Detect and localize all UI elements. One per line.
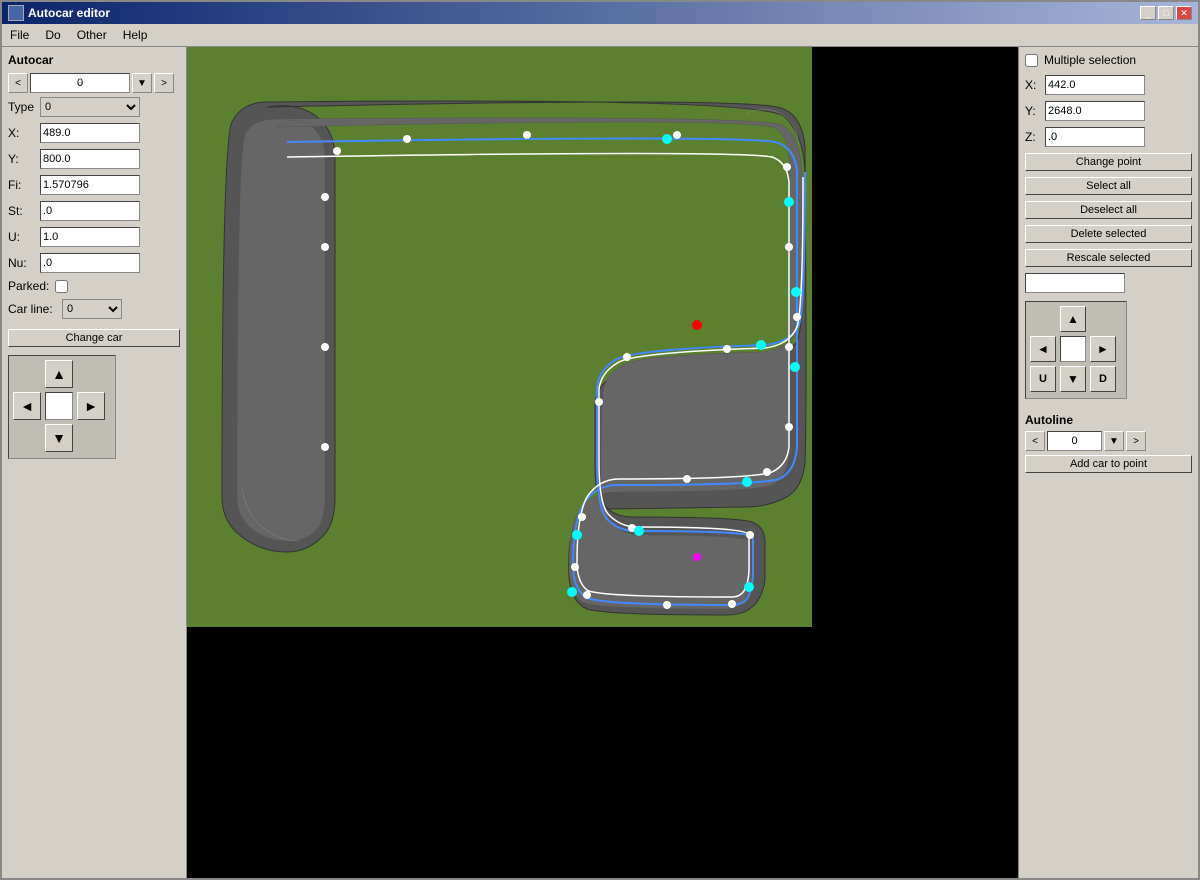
right-dir-up-button[interactable]: ▲ — [1060, 306, 1086, 332]
nu-input[interactable] — [40, 253, 140, 273]
add-car-to-point-button[interactable]: Add car to point — [1025, 455, 1192, 473]
right-panel: Multiple selection X: Y: Z: Change point… — [1018, 47, 1198, 878]
autoline-section: Autoline < ▼ > Add car to point — [1025, 413, 1192, 473]
right-dir-empty-tl — [1030, 306, 1058, 334]
direction-pad: ▲ ◄ ► ▼ — [8, 355, 116, 459]
title-bar-text: Autocar editor — [8, 5, 110, 21]
right-z-input[interactable] — [1045, 127, 1145, 147]
center-area — [187, 47, 1018, 878]
car-line-row: Car line: 0 — [8, 299, 180, 319]
main-window: Autocar editor _ □ ✕ File Do Other Help … — [0, 0, 1200, 880]
multiple-selection-row: Multiple selection — [1025, 53, 1192, 67]
u-field-row: U: — [8, 227, 180, 247]
right-dir-down-button[interactable]: ▼ — [1060, 366, 1086, 392]
x-label: X: — [8, 126, 36, 140]
rescale-input[interactable] — [1025, 273, 1125, 293]
close-button[interactable]: ✕ — [1176, 6, 1192, 20]
spinner-prev-button[interactable]: < — [8, 73, 28, 93]
right-dir-empty-tr — [1090, 306, 1118, 334]
right-dir-delete-button[interactable]: D — [1090, 366, 1116, 392]
multiple-selection-checkbox[interactable] — [1025, 54, 1038, 67]
autoline-spinner-input[interactable] — [1047, 431, 1102, 451]
menu-do[interactable]: Do — [37, 26, 68, 44]
parked-row: Parked: — [8, 279, 180, 293]
right-x-input[interactable] — [1045, 75, 1145, 95]
spinner-next-button[interactable]: > — [154, 73, 174, 93]
spinner-dropdown-button[interactable]: ▼ — [132, 73, 152, 93]
parked-label: Parked: — [8, 279, 49, 293]
y-field-row: Y: — [8, 149, 180, 169]
minimize-button[interactable]: _ — [1140, 6, 1156, 20]
right-dir-left-button[interactable]: ◄ — [1030, 336, 1056, 362]
right-dir-center[interactable] — [1060, 336, 1086, 362]
type-label: Type — [8, 100, 36, 114]
autoline-label: Autoline — [1025, 413, 1192, 427]
autoline-prev-button[interactable]: < — [1025, 431, 1045, 451]
right-dir-right-button[interactable]: ► — [1090, 336, 1116, 362]
dir-up-button[interactable]: ▲ — [45, 360, 73, 388]
autoline-dropdown-button[interactable]: ▼ — [1104, 431, 1124, 451]
right-z-label: Z: — [1025, 130, 1041, 144]
right-y-label: Y: — [1025, 104, 1041, 118]
car-line-label: Car line: — [8, 302, 58, 316]
delete-selected-button[interactable]: Delete selected — [1025, 225, 1192, 243]
fi-label: Fi: — [8, 178, 36, 192]
window-title: Autocar editor — [28, 6, 110, 20]
title-bar: Autocar editor _ □ ✕ — [2, 2, 1198, 24]
change-car-button[interactable]: Change car — [8, 329, 180, 347]
menu-help[interactable]: Help — [115, 26, 156, 44]
type-row: Type 0 — [8, 97, 180, 117]
u-label: U: — [8, 230, 36, 244]
select-all-button[interactable]: Select all — [1025, 177, 1192, 195]
autocar-label: Autocar — [8, 53, 180, 67]
right-dir-undo-button[interactable]: U — [1030, 366, 1056, 392]
rescale-selected-button[interactable]: Rescale selected — [1025, 249, 1192, 267]
fi-input[interactable] — [40, 175, 140, 195]
multiple-selection-label: Multiple selection — [1044, 53, 1136, 67]
right-z-row: Z: — [1025, 127, 1192, 147]
y-label: Y: — [8, 152, 36, 166]
deselect-all-button[interactable]: Deselect all — [1025, 201, 1192, 219]
autocar-spinner-input[interactable] — [30, 73, 130, 93]
right-direction-pad: ▲ ◄ ► U ▼ D — [1025, 301, 1127, 399]
menu-other[interactable]: Other — [69, 26, 115, 44]
left-panel: Autocar < ▼ > Type 0 X: Y — [2, 47, 187, 878]
u-input[interactable] — [40, 227, 140, 247]
type-select[interactable]: 0 — [40, 97, 140, 117]
nu-label: Nu: — [8, 256, 36, 270]
app-icon — [8, 5, 24, 21]
dir-empty-tl — [13, 360, 43, 390]
maximize-button[interactable]: □ — [1158, 6, 1174, 20]
dir-center-input[interactable] — [45, 392, 73, 420]
dir-empty-bl — [13, 424, 43, 454]
car-line-select[interactable]: 0 — [62, 299, 122, 319]
st-label: St: — [8, 204, 36, 218]
track-svg — [187, 47, 1018, 878]
autoline-spinner-row: < ▼ > — [1025, 431, 1192, 451]
main-content: Autocar < ▼ > Type 0 X: Y — [2, 47, 1198, 878]
parked-checkbox[interactable] — [55, 280, 68, 293]
dir-empty-tr — [77, 360, 107, 390]
autocar-spinner-row: < ▼ > — [8, 73, 180, 93]
st-field-row: St: — [8, 201, 180, 221]
right-x-row: X: — [1025, 75, 1192, 95]
menu-file[interactable]: File — [2, 26, 37, 44]
fi-field-row: Fi: — [8, 175, 180, 195]
title-bar-buttons: _ □ ✕ — [1140, 6, 1192, 20]
dir-right-button[interactable]: ► — [77, 392, 105, 420]
nu-field-row: Nu: — [8, 253, 180, 273]
dir-left-button[interactable]: ◄ — [13, 392, 41, 420]
dir-empty-br — [77, 424, 107, 454]
change-point-button[interactable]: Change point — [1025, 153, 1192, 171]
menu-bar: File Do Other Help — [2, 24, 1198, 47]
right-y-row: Y: — [1025, 101, 1192, 121]
x-input[interactable] — [40, 123, 140, 143]
x-field-row: X: — [8, 123, 180, 143]
right-y-input[interactable] — [1045, 101, 1145, 121]
st-input[interactable] — [40, 201, 140, 221]
dir-down-button[interactable]: ▼ — [45, 424, 73, 452]
right-x-label: X: — [1025, 78, 1041, 92]
y-input[interactable] — [40, 149, 140, 169]
autoline-next-button[interactable]: > — [1126, 431, 1146, 451]
